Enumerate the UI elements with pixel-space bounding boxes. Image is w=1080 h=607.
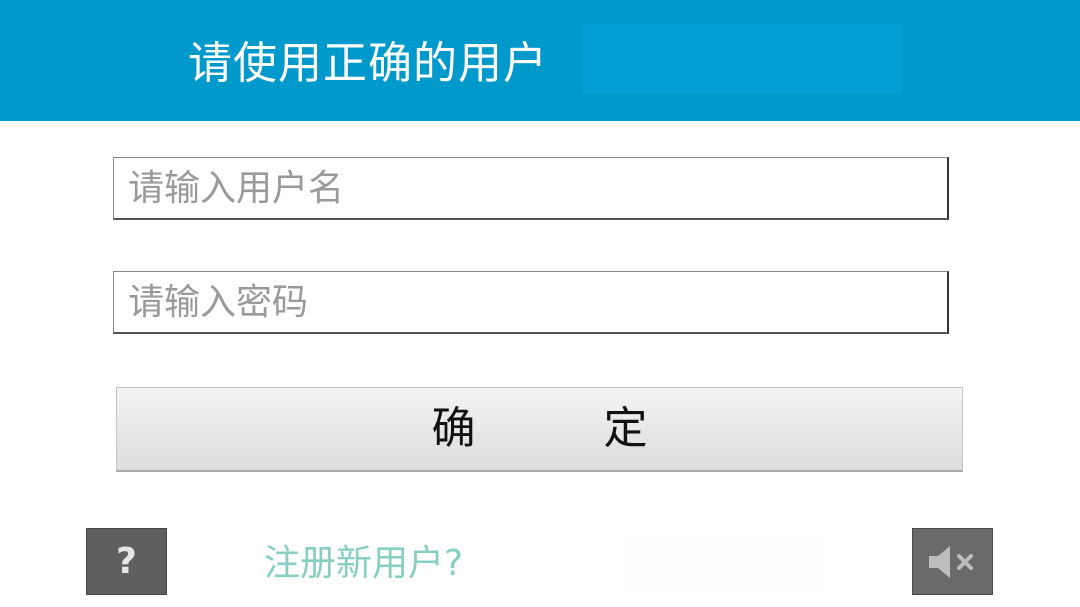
header-bar: 请使用正确的用户: [0, 0, 1080, 121]
password-field[interactable]: [113, 271, 949, 334]
speaker-muted-icon: [929, 546, 973, 578]
page-title: 请使用正确的用户: [188, 38, 548, 89]
username-field[interactable]: [113, 157, 949, 220]
help-button[interactable]: ?: [86, 528, 167, 595]
confirm-button[interactable]: 确定: [116, 387, 963, 472]
username-input[interactable]: [114, 158, 947, 218]
register-link[interactable]: 注册新用户?: [264, 540, 463, 588]
footer-blank-area: [624, 534, 820, 592]
mute-button[interactable]: [912, 528, 993, 595]
password-input[interactable]: [114, 272, 947, 332]
header-title-overlay: [582, 24, 902, 94]
question-mark-icon: ?: [116, 541, 137, 582]
